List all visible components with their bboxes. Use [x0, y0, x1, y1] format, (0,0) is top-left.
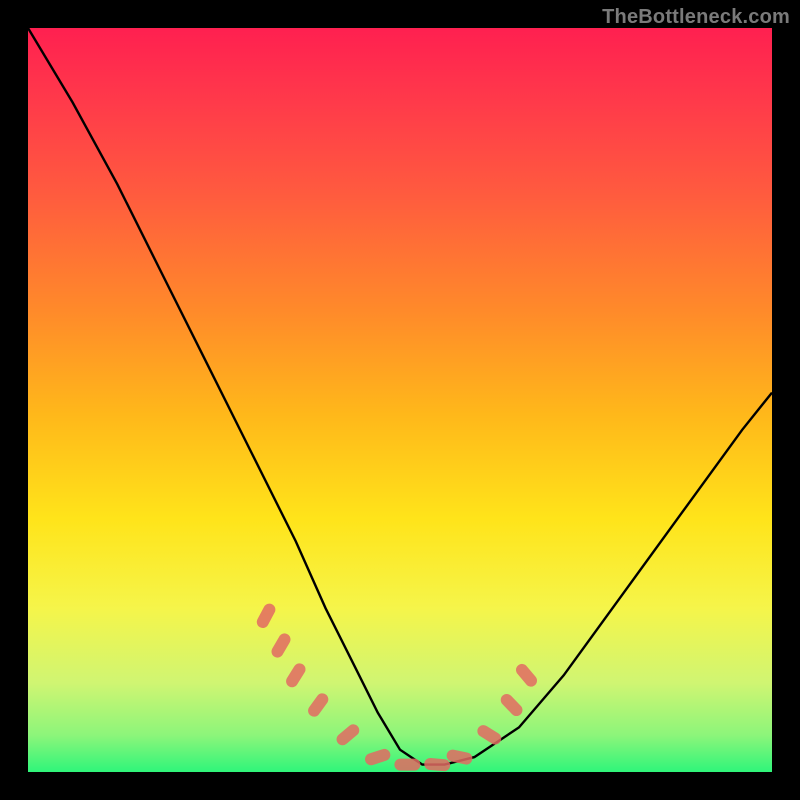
curve-dash — [498, 691, 525, 718]
curve-dash — [514, 661, 540, 689]
bottleneck-curve — [28, 28, 772, 765]
curve-dash — [255, 602, 278, 631]
chart-frame: TheBottleneck.com — [0, 0, 800, 800]
curve-dash — [363, 747, 391, 766]
curve-dash — [306, 691, 331, 719]
curve-dash — [334, 722, 362, 748]
curve-dash — [475, 723, 503, 747]
plot-area — [28, 28, 772, 772]
curve-dash — [284, 661, 308, 689]
curve-dash — [424, 757, 451, 771]
bottleneck-curve-svg — [28, 28, 772, 772]
watermark-text: TheBottleneck.com — [602, 6, 790, 29]
curve-dash — [269, 631, 292, 660]
curve-dash — [394, 759, 420, 771]
